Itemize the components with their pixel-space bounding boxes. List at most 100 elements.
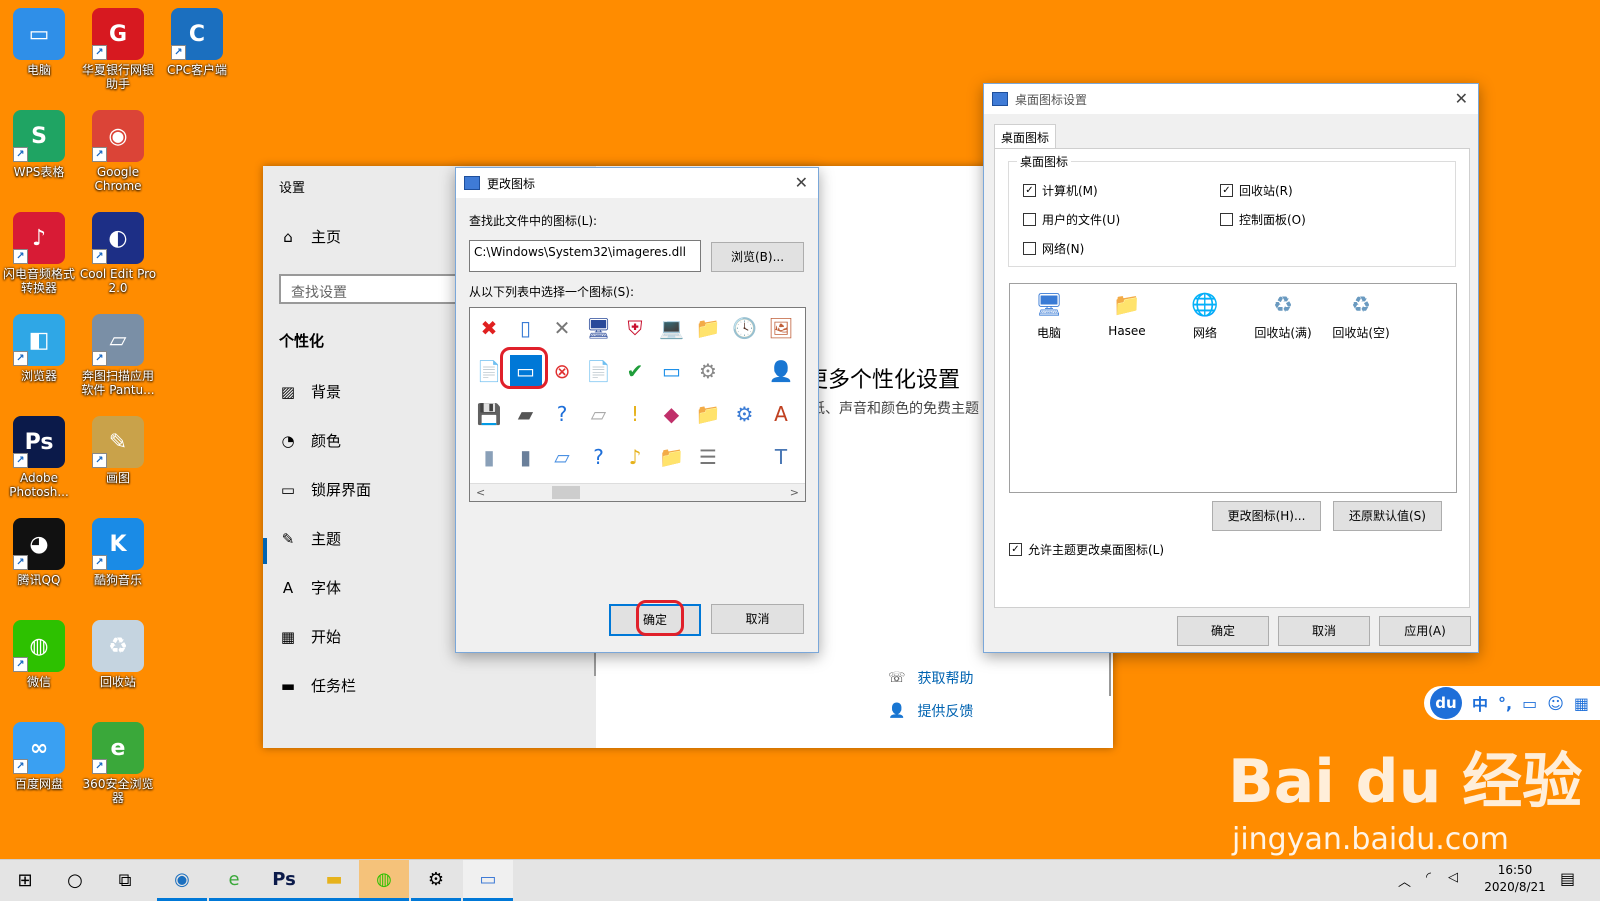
grid-icon[interactable]: ♪ xyxy=(619,441,651,473)
grid-icon[interactable]: ▮ xyxy=(473,441,505,473)
grid-icon[interactable]: T xyxy=(765,441,797,473)
grid-icon[interactable]: 📁 xyxy=(692,312,724,344)
get-help-link[interactable]: ☏ 获取帮助 xyxy=(888,668,974,688)
desktop-icon[interactable]: ◐ ↗ Cool Edit Pro 2.0 xyxy=(78,212,158,295)
ime-user-icon[interactable]: ☺ xyxy=(1547,694,1564,713)
grid-icon[interactable]: ◆ xyxy=(656,398,688,430)
desktop-icon[interactable]: ◍ ↗ 微信 xyxy=(0,620,79,689)
change-cancel-button[interactable]: 取消 xyxy=(711,604,804,634)
ime-grid-icon[interactable]: ▦ xyxy=(1574,694,1589,713)
desktop-icon[interactable]: ♪ ↗ 闪电音频格式转换器 xyxy=(0,212,79,295)
notification-icon[interactable]: ▤ xyxy=(1560,869,1575,888)
taskbar-wechat[interactable]: ◍ xyxy=(359,860,409,901)
taskbar-photoshop[interactable]: Ps xyxy=(259,860,309,901)
desktop-icon[interactable]: C ↗ CPC客户端 xyxy=(157,8,237,77)
grid-icon[interactable]: ▰ xyxy=(510,398,542,430)
desktop-icon[interactable]: K ↗ 酷狗音乐 xyxy=(78,518,158,587)
preview-icon[interactable]: 📁 Hasee xyxy=(1094,290,1160,339)
task-view-button[interactable]: ⧉ xyxy=(100,860,150,901)
checkbox-2[interactable]: 用户的文件(U) xyxy=(1023,211,1120,228)
start-button[interactable]: ⊞ xyxy=(0,860,50,901)
grid-icon[interactable]: ⛨ xyxy=(619,312,651,344)
tab-desktop-icons[interactable]: 桌面图标 xyxy=(994,124,1057,150)
scroll-left-icon[interactable]: < xyxy=(476,484,485,501)
desktop-icon[interactable]: e ↗ 360安全浏览器 xyxy=(78,722,158,805)
nav-item-palette[interactable]: ◔ 颜色 xyxy=(279,430,341,451)
taskbar-display-settings[interactable]: ▭ xyxy=(463,860,513,901)
grid-icon[interactable]: ⚙ xyxy=(692,355,724,387)
grid-icon[interactable]: 🖼 xyxy=(765,312,797,344)
scroll-thumb[interactable] xyxy=(552,486,580,499)
desktop-icon[interactable]: ◕ ↗ 腾讯QQ xyxy=(0,518,79,587)
nav-home[interactable]: ⌂ 主页 xyxy=(279,226,341,247)
grid-icon[interactable]: ▮ xyxy=(510,441,542,473)
close-icon[interactable]: ✕ xyxy=(795,173,808,192)
nav-item-start[interactable]: ▦ 开始 xyxy=(279,626,341,647)
browse-button[interactable]: 浏览(B)... xyxy=(711,242,804,272)
checkbox-0[interactable]: ✓ 计算机(M) xyxy=(1023,182,1098,199)
desktop-icon[interactable]: ✎ ↗ 画图 xyxy=(78,416,158,485)
checkbox-4[interactable]: 网络(N) xyxy=(1023,240,1084,257)
icon-file-path-input[interactable]: C:\Windows\System32\imageres.dll xyxy=(469,240,701,272)
grid-icon[interactable]: ☰ xyxy=(692,441,724,473)
grid-icon[interactable]: 💻 xyxy=(656,312,688,344)
baidu-ime-badge[interactable]: du xyxy=(1430,687,1462,719)
grid-icon[interactable]: ✔ xyxy=(619,355,651,387)
nav-item-lock-screen[interactable]: ▭ 锁屏界面 xyxy=(279,479,371,500)
grid-icon[interactable] xyxy=(729,441,761,473)
feedback-link[interactable]: 👤 提供反馈 xyxy=(888,701,973,721)
preview-icon[interactable]: ♻ 回收站(空) xyxy=(1328,290,1394,341)
close-icon[interactable]: ✕ xyxy=(1455,89,1468,108)
change-icon-titlebar[interactable]: 更改图标 ✕ xyxy=(456,168,818,198)
grid-icon[interactable]: ⊗ xyxy=(546,355,578,387)
horizontal-scrollbar[interactable]: < > xyxy=(470,483,805,501)
scroll-right-icon[interactable]: > xyxy=(790,484,799,501)
grid-icon[interactable]: 🕓 xyxy=(729,312,761,344)
grid-icon[interactable]: ▯ xyxy=(510,312,542,344)
grid-icon[interactable]: 💾 xyxy=(473,398,505,430)
preview-icon[interactable]: 🖥 电脑 xyxy=(1016,290,1082,341)
change-icon-button[interactable]: 更改图标(H)... xyxy=(1212,501,1321,531)
icon-preview-list[interactable]: 🖥 电脑 📁 Hasee 🌐 网络 ♻ 回收站(满) ♻ 回收站(空) xyxy=(1009,283,1457,493)
grid-icon[interactable]: 📁 xyxy=(692,398,724,430)
grid-icon[interactable]: ? xyxy=(583,441,615,473)
allow-theme-checkbox[interactable]: ✓ 允许主题更改桌面图标(L) xyxy=(1009,541,1164,558)
wifi-icon[interactable]: ◜ xyxy=(1426,870,1431,885)
desktop-icon[interactable]: S ↗ WPS表格 xyxy=(0,110,79,179)
grid-icon[interactable]: A xyxy=(765,398,797,430)
grid-icon[interactable]: 📁 xyxy=(656,441,688,473)
restore-default-button[interactable]: 还原默认值(S) xyxy=(1333,501,1442,531)
grid-icon[interactable]: ⚙ xyxy=(729,398,761,430)
nav-item-font[interactable]: A 字体 xyxy=(279,577,341,598)
nav-item-theme[interactable]: ✎ 主题 xyxy=(279,528,341,549)
dis-apply-button[interactable]: 应用(A) xyxy=(1379,616,1471,646)
grid-icon[interactable]: 🖥 xyxy=(583,312,615,344)
desktop-icon[interactable]: ∞ ↗ 百度网盘 xyxy=(0,722,79,791)
grid-icon[interactable]: 👤 xyxy=(765,355,797,387)
preview-icon[interactable]: 🌐 网络 xyxy=(1172,290,1238,341)
desktop-icon[interactable]: ▱ ↗ 奔图扫描应用软件 Pantu... xyxy=(78,314,158,397)
clock[interactable]: 16:50 2020/8/21 xyxy=(1480,862,1550,896)
search-button[interactable]: ○ xyxy=(50,860,100,901)
dis-ok-button[interactable]: 确定 xyxy=(1177,616,1269,646)
dis-cancel-button[interactable]: 取消 xyxy=(1278,616,1370,646)
desktop-icon[interactable]: ♻ 回收站 xyxy=(78,620,158,689)
taskbar-explorer[interactable]: ▬ xyxy=(309,860,359,901)
desktop-icon[interactable]: G ↗ 华夏银行网银助手 xyxy=(78,8,158,91)
grid-icon[interactable]: ! xyxy=(619,398,651,430)
grid-icon[interactable] xyxy=(729,355,761,387)
grid-icon[interactable]: ✕ xyxy=(546,312,578,344)
preview-icon[interactable]: ♻ 回收站(满) xyxy=(1250,290,1316,341)
desktop-icon[interactable]: Ps ↗ Adobe Photosh... xyxy=(0,416,79,499)
taskbar-cpc[interactable]: ◉ xyxy=(157,860,207,901)
desktop-icon[interactable]: ◉ ↗ Google Chrome xyxy=(78,110,158,193)
grid-icon[interactable]: ▱ xyxy=(583,398,615,430)
checkbox-1[interactable]: ✓ 回收站(R) xyxy=(1220,182,1293,199)
dis-titlebar[interactable]: 桌面图标设置 ✕ xyxy=(984,84,1478,114)
ime-punct[interactable]: °, xyxy=(1498,694,1512,713)
ime-keyboard-icon[interactable]: ▭ xyxy=(1522,694,1537,713)
nav-item-background[interactable]: ▨ 背景 xyxy=(279,381,341,402)
ime-mode[interactable]: 中 xyxy=(1472,691,1488,715)
tray-chevron-icon[interactable]: ︿ xyxy=(1398,871,1411,890)
grid-icon[interactable]: ? xyxy=(546,398,578,430)
